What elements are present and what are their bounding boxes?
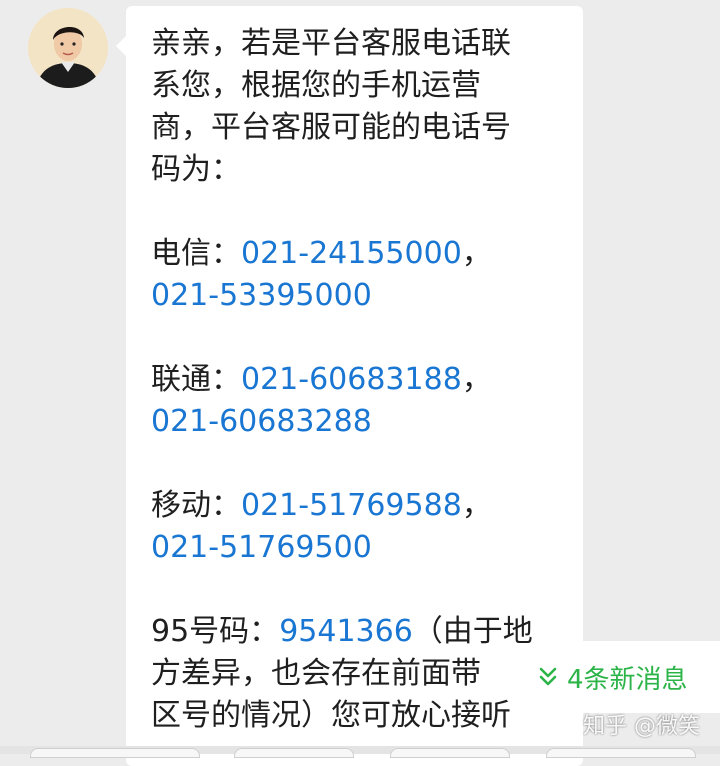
message-text: 方差异，也会存在前面带 (151, 656, 481, 691)
message-line: 021-53395000 (151, 275, 561, 317)
message-text: 电信： (151, 236, 241, 271)
message-line: 95号码：9541366（由于地 (151, 611, 561, 653)
phone-number-link[interactable]: 021-53395000 (151, 278, 372, 313)
message-text: ， (461, 362, 492, 397)
bottom-toolbar (0, 746, 720, 758)
message-text: 联通： (151, 362, 241, 397)
message-line: 亲亲，若是平台客服电话联 (151, 23, 561, 65)
toolbar-tab[interactable] (546, 748, 696, 758)
double-chevron-down-icon (539, 667, 557, 686)
message-text: 移动： (151, 488, 241, 523)
message-line: 移动：021-51769588， (151, 485, 561, 527)
message-line: 联通：021-60683188， (151, 359, 561, 401)
message-text: 系您，根据您的手机运营 (151, 68, 481, 103)
phone-number-link[interactable]: 9541366 (279, 614, 413, 649)
message-text: 码为： (151, 152, 241, 187)
toolbar-tab[interactable] (234, 748, 354, 758)
message-text: 95号码： (151, 614, 280, 649)
message-line: 方差异，也会存在前面带 (151, 653, 561, 695)
new-messages-label: 4条新消息 (567, 664, 688, 695)
message-line: 021-60683288 (151, 401, 561, 443)
chat-bubble-tail (116, 36, 126, 56)
message-line: 电信：021-24155000， (151, 233, 561, 275)
chat-message-text: 亲亲，若是平台客服电话联 系您，根据您的手机运营 商，平台客服可能的电话号 码为： 电信… (151, 23, 561, 737)
avatar-photo-icon (28, 8, 108, 88)
toolbar-tab[interactable] (390, 748, 510, 758)
message-line: 区号的情况）您可放心接听 (151, 695, 561, 737)
message-text: ， (461, 236, 492, 271)
watermark: 知乎 @微笑 (583, 714, 700, 739)
message-text: 亲亲，若是平台客服电话联 (151, 26, 511, 61)
message-text: 商，平台客服可能的电话号 (151, 110, 511, 145)
phone-number-link[interactable]: 021-24155000 (241, 236, 462, 271)
new-messages-button[interactable]: 4条新消息 (525, 641, 720, 713)
phone-number-link[interactable]: 021-60683288 (151, 404, 372, 439)
phone-number-link[interactable]: 021-60683188 (241, 362, 462, 397)
message-text: （由于地 (412, 614, 533, 649)
message-line: 系您，根据您的手机运营 (151, 65, 561, 107)
message-line: 商，平台客服可能的电话号 (151, 107, 561, 149)
avatar[interactable] (28, 8, 108, 88)
message-text: ， (461, 488, 492, 523)
phone-number-link[interactable]: 021-51769588 (241, 488, 462, 523)
message-line: 021-51769500 (151, 527, 561, 569)
phone-number-link[interactable]: 021-51769500 (151, 530, 372, 565)
toolbar-tab[interactable] (30, 748, 200, 758)
message-line: 码为： (151, 149, 561, 191)
message-text: 区号的情况）您可放心接听 (151, 698, 511, 733)
